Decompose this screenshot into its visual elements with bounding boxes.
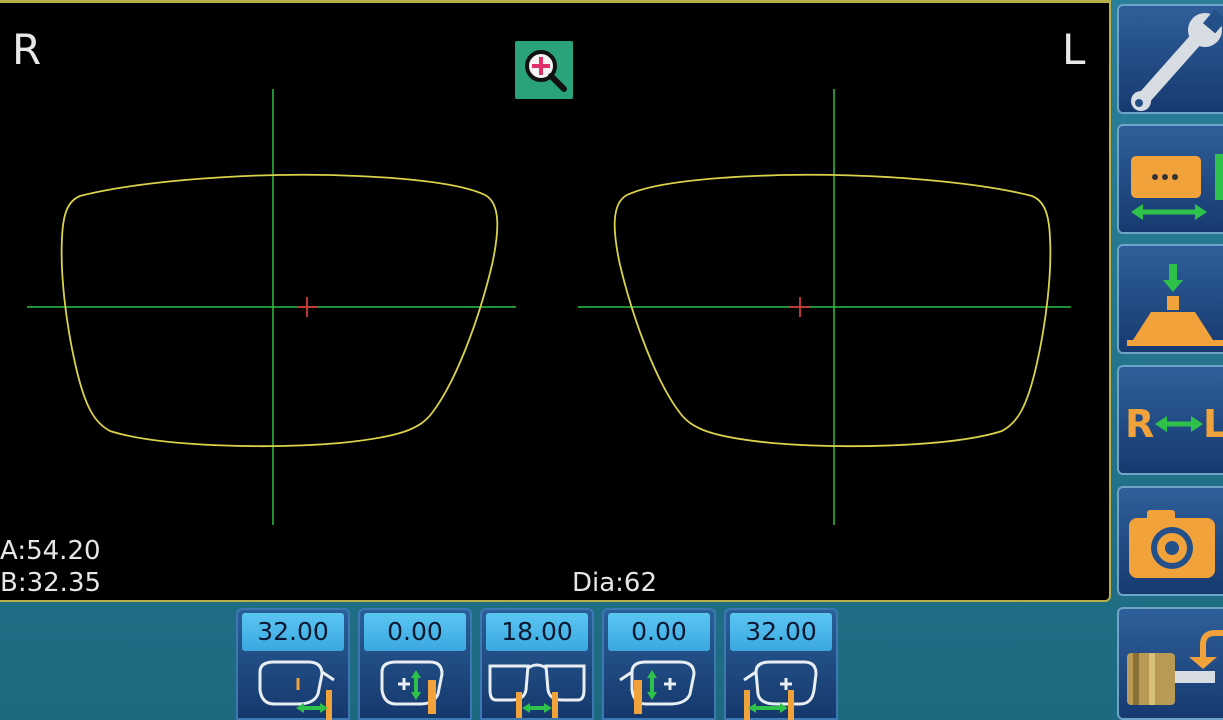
wrench-icon bbox=[1131, 9, 1223, 111]
param-bridge-width[interactable]: 18.00 bbox=[480, 608, 594, 720]
frame-width-button[interactable] bbox=[1117, 124, 1223, 234]
swap-eye-button[interactable]: R L bbox=[1117, 365, 1223, 475]
left-eye-label: L bbox=[1062, 25, 1086, 74]
param-value: 0.00 bbox=[608, 613, 710, 651]
lens-outline-right bbox=[60, 173, 499, 447]
param-temporal-offset[interactable]: 0.00 bbox=[602, 608, 716, 720]
param-value: 32.00 bbox=[730, 613, 832, 651]
block-press-icon bbox=[1127, 264, 1223, 346]
frame-width-icon bbox=[1131, 154, 1223, 220]
center-mark-right bbox=[297, 297, 317, 317]
nasal-offset-icon bbox=[380, 660, 444, 714]
param-value: 0.00 bbox=[364, 613, 466, 651]
camera-button[interactable] bbox=[1117, 486, 1223, 596]
swap-label-r: R bbox=[1125, 402, 1154, 446]
right-eye-label: R bbox=[12, 25, 42, 74]
param-nasal-offset[interactable]: 0.00 bbox=[358, 608, 472, 720]
drill-button[interactable] bbox=[1117, 607, 1223, 720]
param-temple-distance-left[interactable]: 32.00 bbox=[724, 608, 838, 720]
zoom-button[interactable] bbox=[515, 41, 573, 99]
swap-eye-icon: R L bbox=[1125, 402, 1223, 446]
center-mark-left bbox=[790, 297, 810, 317]
readout-diameter: Dia:62 bbox=[572, 568, 658, 598]
readout-b: B:32.35 bbox=[0, 568, 102, 598]
camera-icon bbox=[1129, 510, 1215, 578]
bridge-width-icon bbox=[488, 663, 586, 718]
block-press-button[interactable] bbox=[1117, 244, 1223, 354]
temporal-offset-icon bbox=[619, 660, 696, 714]
settings-button[interactable] bbox=[1117, 4, 1223, 114]
param-value: 18.00 bbox=[486, 613, 588, 651]
drill-icon bbox=[1127, 630, 1223, 705]
param-temple-distance-right[interactable]: 32.00 bbox=[236, 608, 350, 720]
lens-outline-left bbox=[613, 173, 1052, 447]
temple-distance-icon bbox=[258, 660, 335, 720]
temple-distance-right-icon bbox=[743, 660, 818, 720]
readout-a: A:54.20 bbox=[0, 536, 101, 566]
param-value: 32.00 bbox=[242, 613, 344, 651]
edger-screen: R L A:54.20 B:32.35 Dia:62 R L 32.00 0.0… bbox=[0, 0, 1223, 720]
lens-trace-display: R L A:54.20 B:32.35 Dia:62 bbox=[0, 0, 1111, 602]
swap-label-l: L bbox=[1203, 402, 1223, 446]
zoom-in-icon bbox=[525, 50, 567, 92]
